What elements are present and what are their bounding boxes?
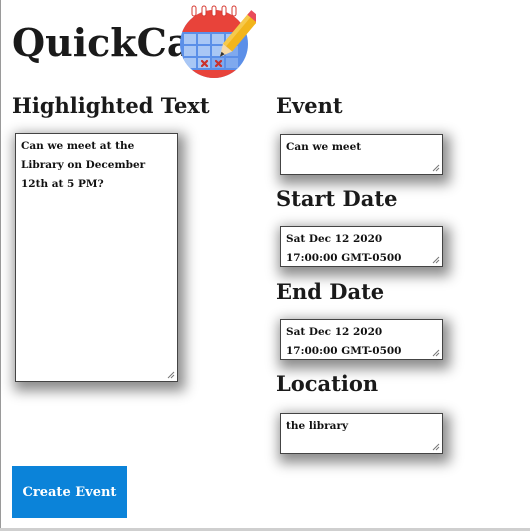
event-label: Event <box>276 93 343 118</box>
start-date-field[interactable]: Sat Dec 12 2020 17:00:00 GMT-0500 (Easte… <box>280 226 443 267</box>
event-field[interactable]: Can we meet <box>280 134 443 175</box>
location-value: the library <box>286 420 349 432</box>
event-value: Can we meet <box>286 141 362 153</box>
location-label: Location <box>276 371 379 396</box>
end-date-label: End Date <box>276 279 385 304</box>
resize-grip-icon[interactable] <box>432 256 440 264</box>
highlighted-text-value: Can we meet at the Library on December 1… <box>21 140 149 190</box>
create-event-button[interactable]: Create Event <box>12 466 127 518</box>
resize-grip-icon[interactable] <box>432 164 440 172</box>
end-date-field[interactable]: Sat Dec 12 2020 17:00:00 GMT-0500 (Easte… <box>280 319 443 360</box>
resize-grip-icon[interactable] <box>432 443 440 451</box>
highlighted-text-label: Highlighted Text <box>12 93 210 118</box>
calendar-pencil-icon <box>180 5 256 78</box>
resize-grip-icon[interactable] <box>432 349 440 357</box>
end-date-value: Sat Dec 12 2020 17:00:00 GMT-0500 (Easte… <box>286 326 402 357</box>
window-left-border <box>0 0 1 531</box>
start-date-label: Start Date <box>276 186 398 211</box>
start-date-value: Sat Dec 12 2020 17:00:00 GMT-0500 (Easte… <box>286 233 402 264</box>
location-field[interactable]: the library <box>280 413 443 454</box>
resize-grip-icon[interactable] <box>167 371 175 379</box>
highlighted-text-area[interactable]: Can we meet at the Library on December 1… <box>15 133 178 382</box>
